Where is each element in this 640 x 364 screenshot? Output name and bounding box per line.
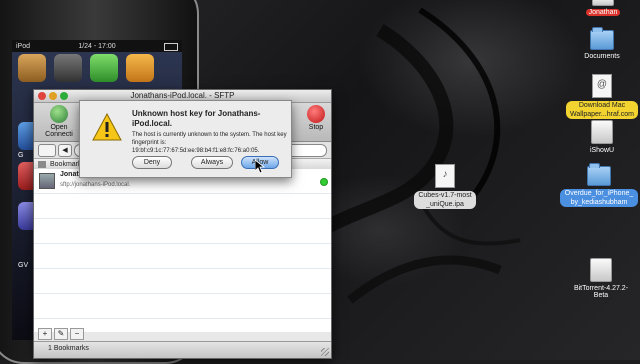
resize-grip[interactable] <box>321 348 329 356</box>
drive-icon <box>591 120 613 144</box>
minimize-button[interactable] <box>49 92 57 100</box>
ipa-file-icon: ♪ <box>435 164 455 188</box>
folder-icon <box>587 163 611 186</box>
list-row <box>34 269 331 294</box>
server-icon <box>39 173 55 189</box>
bookmark-edit-buttons: + ✎ − <box>38 328 84 340</box>
status-time: 1/24 - 17:00 <box>78 42 116 50</box>
desktop-item-overdue[interactable]: Overdue_for_iPhone_by_kediashubham <box>560 163 638 207</box>
app-icon[interactable] <box>54 54 82 82</box>
iphone-status-bar: iPod 1/24 - 17:00 <box>12 40 182 52</box>
close-button[interactable] <box>38 92 46 100</box>
open-connection-label: Open Connecti <box>45 124 73 138</box>
status-indicator <box>320 178 328 186</box>
list-row <box>34 194 331 219</box>
dialog-message: The host is currently unknown to the sys… <box>132 132 287 154</box>
zoom-button[interactable] <box>60 92 68 100</box>
bookmarks-toggle-button[interactable] <box>38 144 56 157</box>
desktop-item-cubes[interactable]: ♪ Cubes-v1.7-most_uniQue.ipa <box>414 164 476 209</box>
add-bookmark-button[interactable]: + <box>38 328 52 340</box>
warning-icon <box>92 113 122 141</box>
desktop-item-label: Overdue_for_iPhone_by_kediashubham <box>560 189 638 207</box>
open-connection-button[interactable]: Open Connecti <box>36 103 82 138</box>
cydia-app-icon[interactable] <box>18 54 46 82</box>
bookmarks-header-label: Bookmark <box>50 161 82 168</box>
app-icon[interactable] <box>126 54 154 82</box>
battery-icon <box>164 43 178 51</box>
stop-button[interactable]: Stop <box>303 103 329 131</box>
remove-bookmark-button[interactable]: − <box>70 328 84 340</box>
dialog-title: Unknown host key for Jonathans-iPod.loca… <box>132 109 261 128</box>
desktop-item-documents[interactable]: Documents <box>572 27 632 60</box>
list-row <box>34 219 331 244</box>
desktop-item-download-wallpaper[interactable]: @ Download Mac Wallpaper...hraf.com <box>566 74 638 119</box>
desktop-item-jonathan[interactable]: Jonathan <box>578 0 628 16</box>
app-label: GV <box>18 262 29 269</box>
desktop-item-bittorrent[interactable]: BitTorrent-4.27.2-Beta <box>568 258 634 299</box>
window-title: Jonathans-iPod.local. - SFTP <box>130 91 235 100</box>
status-bar: + ✎ − 1 Bookmarks <box>34 328 331 358</box>
edit-bookmark-button[interactable]: ✎ <box>54 328 68 340</box>
desktop-item-label: iShowU <box>589 147 615 154</box>
deny-button[interactable]: Deny <box>132 156 172 169</box>
globe-icon <box>50 105 68 123</box>
desktop-item-label: BitTorrent-4.27.2-Beta <box>573 285 629 299</box>
bookmark-list: Jonathans-iPod.local. sftp://jonathans-i… <box>34 169 331 332</box>
desktop-item-label: Documents <box>584 53 620 60</box>
always-button[interactable]: Always <box>191 156 233 169</box>
mouse-cursor-icon <box>255 160 265 174</box>
desktop-item-ishowu[interactable]: iShowU <box>572 120 632 154</box>
stop-label: Stop <box>308 124 324 131</box>
bookmark-icon <box>38 161 46 168</box>
drive-icon <box>590 258 612 282</box>
list-row <box>34 294 331 319</box>
back-button[interactable]: ◀ <box>58 144 72 157</box>
drive-icon <box>592 0 614 6</box>
app-label: G <box>18 152 24 159</box>
folder-icon <box>590 27 614 50</box>
stop-icon <box>307 105 325 123</box>
desktop-item-label: Cubes-v1.7-most_uniQue.ipa <box>414 191 476 209</box>
desktop-item-label: Jonathan <box>585 9 621 16</box>
bookmark-url: sftp://jonathans-iPod.local. <box>60 182 131 188</box>
download-app-icon[interactable] <box>90 54 118 82</box>
list-row <box>34 244 331 269</box>
bookmark-count: 1 Bookmarks <box>48 345 89 352</box>
document-icon: @ <box>592 74 612 98</box>
desktop-item-label: Download Mac Wallpaper...hraf.com <box>566 101 638 119</box>
carrier-label: iPod <box>16 42 31 50</box>
